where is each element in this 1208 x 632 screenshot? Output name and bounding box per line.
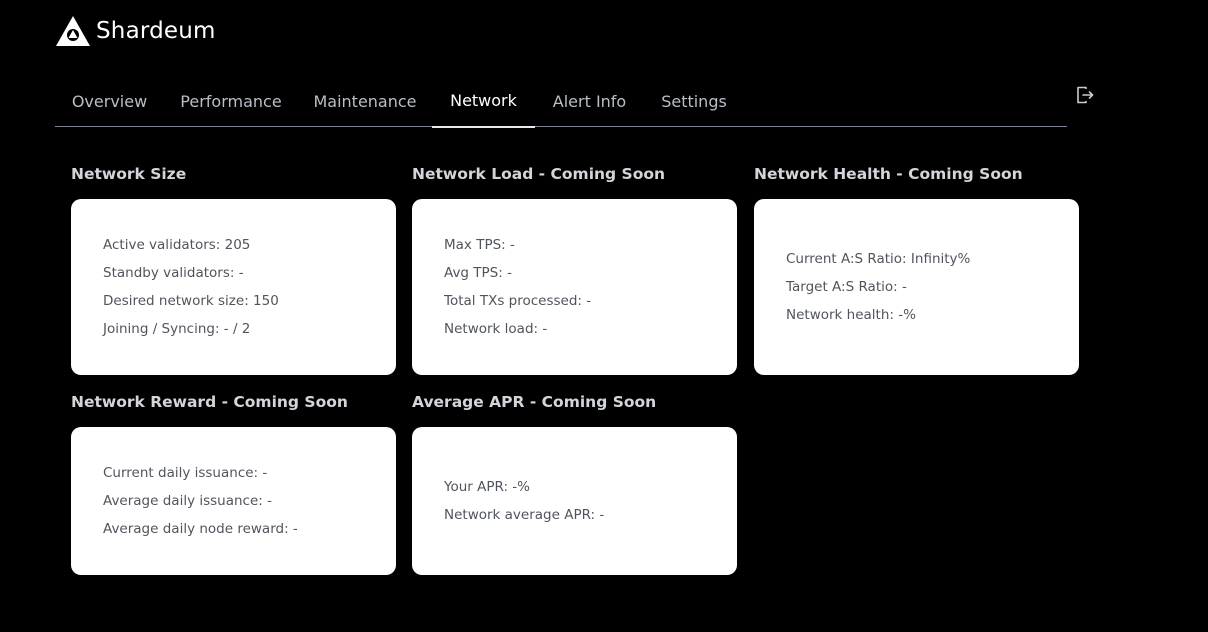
your-apr-row: Your APR: -% — [444, 479, 530, 495]
logout-icon — [1077, 86, 1094, 104]
network-load-card: Max TPS: - Avg TPS: - Total TXs processe… — [412, 199, 737, 375]
network-load-title: Network Load - Coming Soon — [412, 165, 666, 183]
network-health-row: Network health: -% — [786, 307, 916, 323]
tab-performance[interactable]: Performance — [164, 75, 298, 127]
tab-alert-info[interactable]: Alert Info — [535, 75, 644, 127]
target-as-ratio-row: Target A:S Ratio: - — [786, 279, 907, 295]
tab-overview[interactable]: Overview — [55, 75, 164, 127]
current-as-ratio-row: Current A:S Ratio: Infinity% — [786, 251, 971, 267]
network-health-title: Network Health - Coming Soon — [754, 165, 1023, 183]
network-reward-card: Current daily issuance: - Average daily … — [71, 427, 396, 575]
network-size-title: Network Size — [71, 165, 187, 183]
main-tabs: Overview Performance Maintenance Network… — [55, 75, 1067, 128]
standby-validators-row: Standby validators: - — [103, 265, 244, 281]
average-apr-card: Your APR: -% Network average APR: - — [412, 427, 737, 575]
avg-tps-row: Avg TPS: - — [444, 265, 512, 281]
brand-header: Shardeum — [55, 14, 216, 48]
tab-maintenance[interactable]: Maintenance — [298, 75, 432, 127]
network-health-card: Current A:S Ratio: Infinity% Target A:S … — [754, 199, 1079, 375]
network-size-card: Active validators: 205 Standby validator… — [71, 199, 396, 375]
average-daily-node-reward-row: Average daily node reward: - — [103, 521, 298, 537]
tab-network[interactable]: Network — [432, 75, 535, 128]
active-validators-row: Active validators: 205 — [103, 237, 251, 253]
network-average-apr-row: Network average APR: - — [444, 507, 605, 523]
average-daily-issuance-row: Average daily issuance: - — [103, 493, 272, 509]
brand-name: Shardeum — [96, 18, 216, 44]
current-daily-issuance-row: Current daily issuance: - — [103, 465, 268, 481]
network-reward-title: Network Reward - Coming Soon — [71, 393, 348, 411]
logout-button[interactable] — [1075, 85, 1097, 107]
tab-settings[interactable]: Settings — [644, 75, 744, 127]
total-txs-row: Total TXs processed: - — [444, 293, 592, 309]
joining-syncing-row: Joining / Syncing: - / 2 — [103, 321, 251, 337]
desired-network-size-row: Desired network size: 150 — [103, 293, 279, 309]
average-apr-title: Average APR - Coming Soon — [412, 393, 657, 411]
network-load-row: Network load: - — [444, 321, 548, 337]
shardeum-logo-icon — [56, 16, 90, 46]
max-tps-row: Max TPS: - — [444, 237, 515, 253]
